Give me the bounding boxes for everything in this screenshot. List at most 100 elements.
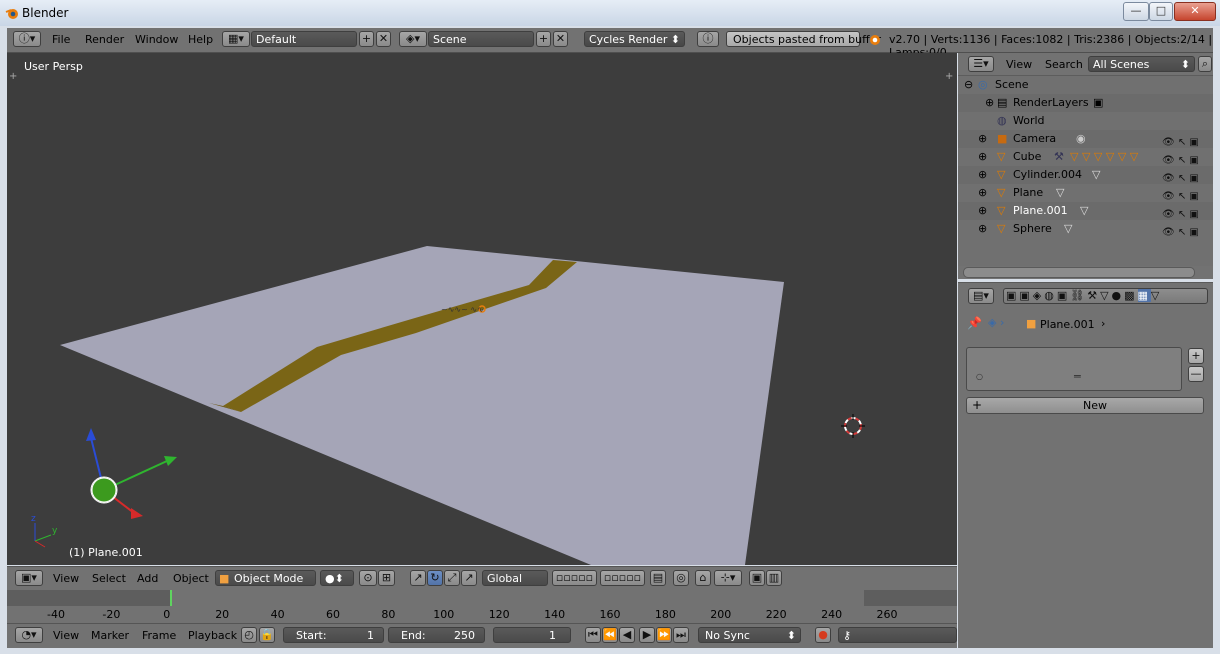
start-frame-field[interactable]: Start: 1 [283, 627, 384, 643]
snap-element-icon[interactable]: ⊹▾ [714, 570, 742, 586]
expand-icon[interactable]: ⊕ [978, 222, 987, 235]
expand-icon[interactable]: ⊕ [978, 204, 987, 217]
record-icon[interactable]: ● [815, 627, 831, 643]
jump-end-icon[interactable]: ⏭ [673, 627, 689, 643]
delete-layout-icon[interactable]: ✕ [376, 31, 391, 47]
layer-buttons-left[interactable]: ▫▫▫▫▫ [552, 570, 597, 586]
menu-file[interactable]: File [52, 33, 70, 46]
report-info-icon[interactable]: ⓘ [697, 31, 719, 47]
expand-icon[interactable]: ⊕ [985, 96, 994, 109]
minimize-button[interactable]: — [1123, 2, 1149, 21]
expand-icon[interactable]: ⊕ [978, 168, 987, 181]
current-frame-field[interactable]: 1 [493, 627, 571, 643]
play-icon[interactable]: ▶ [639, 627, 655, 643]
menu-select[interactable]: Select [92, 572, 126, 585]
menu-help[interactable]: Help [188, 33, 213, 46]
scene-icon: ◈ › [988, 316, 1005, 329]
editor-type-3d-button[interactable]: ▣▾ [15, 570, 43, 586]
menu-marker[interactable]: Marker [91, 629, 129, 642]
pin-icon[interactable]: 📌 [967, 316, 982, 330]
viewport-shading-select[interactable]: ●⬍ [320, 570, 354, 586]
screen-layout-field[interactable]: Default [251, 31, 357, 47]
rotate-manipulator-icon[interactable]: ↻ [427, 570, 443, 586]
expand-icon[interactable]: ⊕ [978, 150, 987, 163]
translate-manipulator-icon[interactable]: ↗ [410, 570, 426, 586]
proportional-edit-icon[interactable]: ◎ [673, 570, 689, 586]
add-scene-icon[interactable]: + [536, 31, 551, 47]
layer-lock-icon[interactable]: ▤ [650, 570, 666, 586]
viewport-corner-plus-icon[interactable]: + [9, 71, 17, 82]
menu-window[interactable]: Window [135, 33, 178, 46]
current-frame-marker[interactable] [170, 590, 172, 606]
manipulator-toggle-icon[interactable]: ⊞ [378, 570, 395, 586]
preview-range-icon[interactable]: ◴ [241, 627, 257, 643]
outliner-row-world[interactable]: ◍ World [958, 112, 1213, 130]
editor-type-timeline-button[interactable]: ◔▾ [15, 627, 43, 643]
timeline-tick-label: 120 [488, 608, 510, 621]
render-animation-icon[interactable]: ▥ [766, 570, 782, 586]
scene-field[interactable]: Scene [428, 31, 534, 47]
outliner-row-renderlayers[interactable]: ⊕ ▤ RenderLayers ▣ [958, 94, 1213, 112]
play-reverse-icon[interactable]: ◀ [619, 627, 635, 643]
lock-icon[interactable]: 🔒 [259, 627, 275, 643]
editor-type-info-button[interactable]: ⓘ▾ [13, 31, 41, 47]
menu-view[interactable]: View [53, 629, 79, 642]
pivot-point-icon[interactable]: ⊙ [359, 570, 377, 586]
layer-buttons-right[interactable]: ▫▫▫▫▫ [600, 570, 645, 586]
outliner-scrollbar[interactable] [963, 267, 1195, 278]
visibility-eye-icons[interactable]: 👁 ↖ ▣ 👁 ↖ ▣ 👁 ↖ ▣ 👁 ↖ ▣ 👁 ↖ ▣ 👁 ↖ ▣ [1162, 134, 1212, 242]
delete-scene-icon[interactable]: ✕ [553, 31, 568, 47]
jump-start-icon[interactable]: ⏮ [585, 627, 601, 643]
scale-manipulator-icon[interactable]: ⤢ [444, 570, 460, 586]
end-frame-field[interactable]: End: 250 [388, 627, 485, 643]
screen-layout-icon[interactable]: ▦▾ [222, 31, 250, 47]
viewport-corner-plus-icon[interactable]: + [945, 71, 953, 82]
sync-mode-select[interactable]: No Sync ⬍ [698, 627, 801, 643]
timeline[interactable]: -40 -20 0 20 40 60 80 100 120 140 160 180 200 220 240 2… [7, 590, 957, 623]
menu-render[interactable]: Render [85, 33, 124, 46]
new-material-button[interactable]: + New [966, 397, 1204, 414]
outliner-filter-select[interactable]: All Scenes ⬍ [1088, 56, 1195, 72]
expand-icon[interactable]: ⊕ [978, 132, 987, 145]
cube-icon: ■ [219, 572, 230, 585]
expand-icon[interactable]: ⊕ [978, 186, 987, 199]
add-layout-icon[interactable]: + [359, 31, 374, 47]
editor-type-outliner-button[interactable]: ☰▾ [968, 56, 994, 72]
outliner-tree[interactable]: ⊖ ◎ Scene ⊕ ▤ RenderLayers ▣ ◍ World ⊕ ■ Camera ◉… [958, 76, 1213, 266]
snap-toggle-icon[interactable]: ⌂ [695, 570, 711, 586]
collapse-icon[interactable]: ⊖ [964, 78, 973, 91]
menu-playback[interactable]: Playback [188, 629, 237, 642]
restriction-columns[interactable]: 👁 ↖ ▣ 👁 ↖ ▣ 👁 ↖ ▣ 👁 ↖ ▣ 👁 ↖ ▣ 👁 ↖ ▣ [1162, 134, 1212, 242]
maximize-button[interactable]: □ [1149, 2, 1173, 21]
outliner-row-scene[interactable]: ⊖ ◎ Scene [958, 76, 1213, 94]
manipulator-extra-icon[interactable]: ↗ [461, 570, 477, 586]
render-still-icon[interactable]: ▣ [749, 570, 765, 586]
3d-viewport[interactable]: ~∿∿~ ∿∿ z y + + User Persp (1) Plane.001 [7, 53, 957, 565]
close-button[interactable]: ✕ [1174, 2, 1216, 21]
keying-set-field[interactable]: ⚷ [838, 627, 957, 643]
3d-cursor-icon[interactable] [841, 414, 865, 438]
jump-keyframe-forward-icon[interactable]: ⏩ [656, 627, 672, 643]
menu-view[interactable]: View [53, 572, 79, 585]
transform-orientation-select[interactable]: Global [482, 570, 548, 586]
menu-object[interactable]: Object [173, 572, 209, 585]
menu-view[interactable]: View [1006, 58, 1032, 71]
menu-add[interactable]: Add [137, 572, 158, 585]
timeline-track[interactable] [7, 590, 957, 606]
menu-search[interactable]: Search [1045, 58, 1083, 71]
add-material-slot-button[interactable]: + [1188, 348, 1204, 364]
jump-keyframe-back-icon[interactable]: ⏪ [602, 627, 618, 643]
editor-type-properties-button[interactable]: ▤▾ [968, 288, 994, 304]
blender-logo-icon [870, 35, 880, 45]
transform-manipulator-icon[interactable] [86, 428, 177, 519]
properties-context-tabs[interactable]: ▣▣◈◍▣⛓⚒▽●▩▦▽ [1003, 288, 1208, 304]
outliner-search-icon[interactable]: ⌕ [1198, 56, 1212, 72]
remove-material-slot-button[interactable]: — [1188, 366, 1204, 382]
list-grip-icon[interactable]: ═ [1074, 370, 1081, 383]
sync-mode-label: No Sync [705, 629, 750, 642]
menu-frame[interactable]: Frame [142, 629, 176, 642]
scene-selector-icon[interactable]: ◈▾ [399, 31, 427, 47]
render-engine-select[interactable]: Cycles Render ⬍ [584, 31, 685, 47]
interaction-mode-select[interactable]: ■ Object Mode [215, 570, 316, 586]
material-slots-list[interactable]: ○ ═ [966, 347, 1182, 391]
